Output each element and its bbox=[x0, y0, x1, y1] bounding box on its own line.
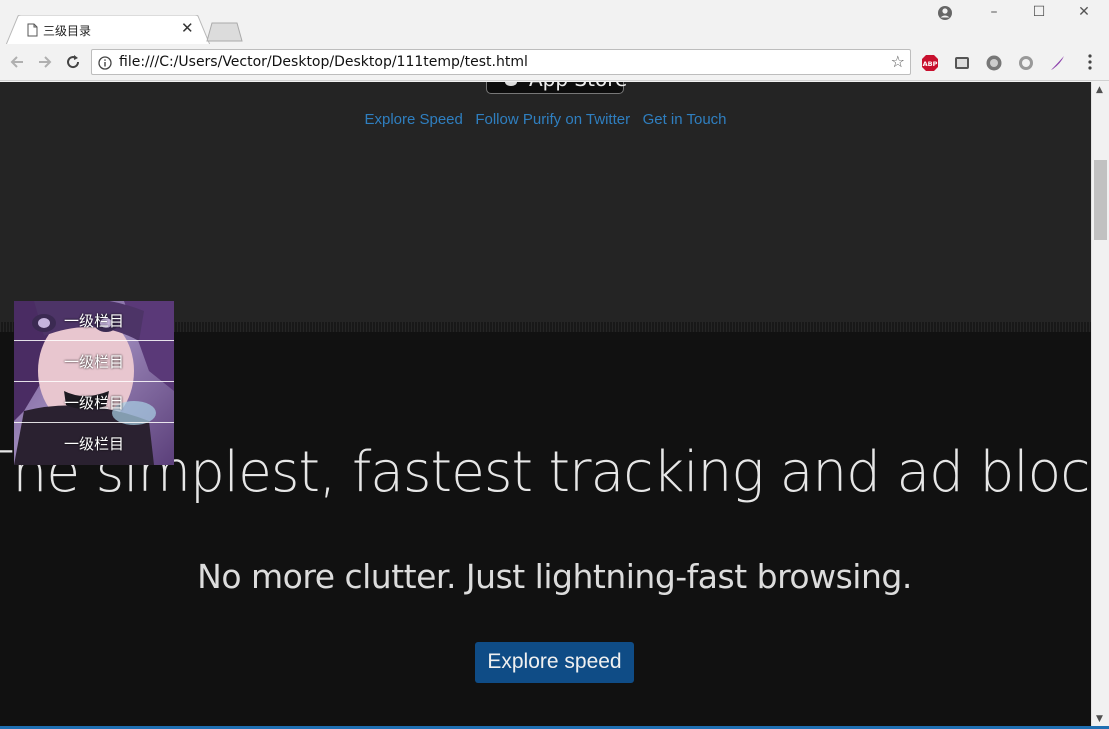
more-menu-icon[interactable] bbox=[1086, 52, 1094, 72]
scrollbar-thumb[interactable] bbox=[1094, 160, 1107, 240]
top-section: App Store Explore Speed Follow Purify on… bbox=[0, 82, 1091, 332]
new-tab-button[interactable] bbox=[206, 22, 244, 42]
hero-subheadline: No more clutter. Just lightning-fast bro… bbox=[197, 557, 912, 596]
link-get-in-touch[interactable]: Get in Touch bbox=[643, 111, 727, 128]
browser-toolbar: file:///C:/Users/Vector/Desktop/Desktop/… bbox=[0, 44, 1109, 81]
back-arrow-icon[interactable] bbox=[8, 53, 26, 71]
side-menu: 一级栏目 一级栏目 一级栏目 一级栏目 bbox=[14, 301, 174, 465]
bookmark-star-icon[interactable]: ☆ bbox=[891, 52, 905, 71]
link-explore-speed[interactable]: Explore Speed bbox=[364, 111, 462, 128]
reload-icon[interactable] bbox=[64, 53, 82, 71]
minimize-icon[interactable]: – bbox=[981, 3, 1007, 23]
side-menu-item-4[interactable]: 一级栏目 bbox=[14, 424, 174, 464]
maximize-icon[interactable]: ☐ bbox=[1026, 3, 1052, 23]
appstore-button[interactable]: App Store bbox=[486, 82, 627, 94]
scroll-down-arrow-icon[interactable]: ▼ bbox=[1096, 714, 1103, 724]
svg-text:ABP: ABP bbox=[923, 60, 938, 68]
vertical-scrollbar[interactable]: ▲ ▼ bbox=[1091, 82, 1109, 727]
extension-icon-3[interactable] bbox=[985, 54, 1003, 72]
browser-tab[interactable]: 三级目录 ✕ bbox=[6, 15, 210, 45]
side-menu-item-2[interactable]: 一级栏目 bbox=[14, 342, 174, 382]
extension-icon-4[interactable] bbox=[1017, 54, 1035, 72]
forward-arrow-icon[interactable] bbox=[36, 53, 54, 71]
link-follow-twitter[interactable]: Follow Purify on Twitter bbox=[475, 111, 630, 128]
page-icon bbox=[25, 23, 39, 37]
extension-icon-2[interactable] bbox=[953, 54, 971, 72]
url-text: file:///C:/Users/Vector/Desktop/Desktop/… bbox=[119, 54, 528, 70]
page-viewport: App Store Explore Speed Follow Purify on… bbox=[0, 82, 1091, 729]
nav-links: Explore Speed Follow Purify on Twitter G… bbox=[0, 111, 1091, 128]
tab-title: 三级目录 bbox=[43, 24, 92, 38]
title-bar: 三级目录 ✕ – ☐ ✕ bbox=[0, 0, 1109, 45]
scroll-up-arrow-icon[interactable]: ▲ bbox=[1096, 85, 1103, 95]
side-menu-item-1[interactable]: 一级栏目 bbox=[14, 301, 174, 341]
info-icon[interactable] bbox=[98, 55, 112, 70]
side-menu-item-3[interactable]: 一级栏目 bbox=[14, 383, 174, 423]
address-bar[interactable]: file:///C:/Users/Vector/Desktop/Desktop/… bbox=[91, 49, 911, 75]
profile-icon[interactable] bbox=[932, 3, 958, 23]
tab-close-icon[interactable]: ✕ bbox=[181, 20, 194, 36]
explore-speed-button[interactable]: Explore speed bbox=[475, 642, 634, 683]
appstore-label: App Store bbox=[529, 82, 627, 91]
feather-icon[interactable] bbox=[1049, 54, 1067, 72]
abp-icon[interactable]: ABP bbox=[921, 54, 939, 72]
window-close-icon[interactable]: ✕ bbox=[1071, 3, 1097, 23]
